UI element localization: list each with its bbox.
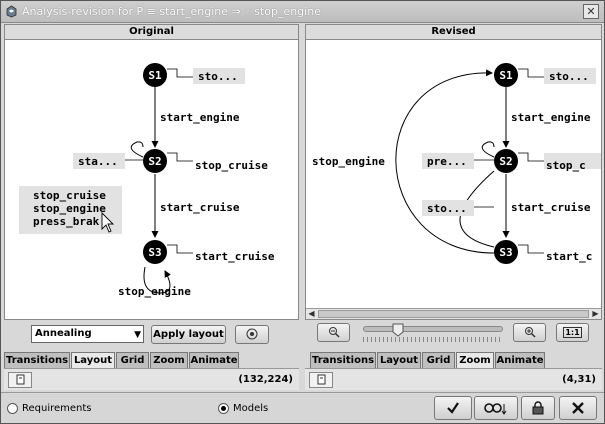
state-s3-label: S3 [499,246,512,259]
horizontal-scrollbar[interactable]: ◀ ▶ [306,308,601,319]
edge-label-start-engine: start_engine [160,111,240,124]
s2-annotation-left: pre... [427,155,467,168]
edge-label-start-engine: start_engine [511,111,591,124]
apply-layout-button[interactable]: Apply layout [151,325,226,344]
layout-algorithm-value: Annealing [35,328,92,339]
tab-grid[interactable]: Grid [116,352,149,368]
zoom-out-button[interactable] [317,323,350,342]
state-s2[interactable]: S2 [494,149,518,173]
original-header: Original [5,25,298,40]
lock-icon [532,401,544,415]
zoom-slider[interactable] [363,323,503,337]
s3-annotation-left: sto... [427,202,467,215]
tooltip-line: press_brak [33,215,100,228]
radio-models-label: Models [233,403,269,414]
layout-controls: Annealing ▼ Apply layout [4,321,299,349]
cursor-coordinates: (4,31) [562,374,596,385]
state-s3-label: S3 [148,246,161,259]
tab-transitions[interactable]: Transitions [4,352,70,368]
target-icon [246,328,258,340]
inspect-button[interactable] [474,396,518,420]
s1-annotation: sto... [549,70,589,83]
s2-annotation-left: sta... [78,155,118,168]
cancel-button[interactable] [559,396,597,420]
tab-animate[interactable]: Animate [189,352,239,368]
edge-label-stop-engine: stop_engine [312,155,385,168]
tab-transitions[interactable]: Transitions [310,352,376,368]
page-icon [16,374,25,385]
analysis-window: Analysis-revision for P ≡ start_engine ⇒… [0,0,605,424]
app-icon [6,5,17,18]
radio-models[interactable]: Models [218,403,268,414]
bottom-bar: Requirements Models [1,392,604,423]
title-bar[interactable]: Analysis-revision for P ≡ start_engine ⇒… [1,1,604,23]
zoom-reset-button[interactable]: 1:1 [556,323,589,342]
scroll-right-icon[interactable]: ▶ [590,309,601,319]
window-title: Analysis-revision for P ≡ start_engine ⇒… [22,5,321,18]
slider-thumb[interactable] [392,323,404,337]
search-icon [484,403,507,415]
chevron-down-icon: ▼ [134,330,141,340]
scroll-thumb[interactable] [318,310,589,318]
s2-annotation-right: stop_c [546,159,586,172]
s2-annotation-right: stop_cruise [195,159,268,172]
edge-label-stop-engine: stop_engine [118,285,191,298]
cursor-coordinates: (132,224) [238,374,293,385]
tooltip-line: stop_engine [33,202,106,215]
window-close-button[interactable]: ✕ [583,4,599,19]
edge-label-start-cruise: start_cruise [160,201,240,214]
snapshot-button[interactable] [8,372,32,388]
revised-header: Revised [306,25,601,40]
page-icon [317,374,326,385]
zoom-in-icon [524,327,536,338]
state-s2-label: S2 [499,155,512,168]
snapshot-button[interactable] [309,372,333,388]
tab-layout[interactable]: Layout [71,352,115,369]
tab-grid[interactable]: Grid [422,352,455,368]
zoom-in-button[interactable] [513,323,546,342]
state-s1-label: S1 [499,69,513,82]
state-s3[interactable]: S3 [494,240,518,264]
s3-annotation-right: start_cruise [195,250,275,263]
state-s2-label: S2 [148,155,161,168]
slider-ticks [363,337,503,342]
state-s2[interactable]: S2 [143,149,167,173]
original-status: (132,224) [4,368,299,390]
tab-zoom[interactable]: Zoom [150,352,188,368]
tab-zoom[interactable]: Zoom [456,352,494,369]
layout-algorithm-select[interactable]: Annealing ▼ [31,325,144,343]
revised-status: (4,31) [305,368,602,390]
s3-annotation-right: start_c [546,250,592,263]
state-s1-label: S1 [148,69,162,82]
state-s1[interactable]: S1 [143,63,167,87]
zoom-controls: 1:1 [305,321,602,349]
tab-animate[interactable]: Animate [495,352,545,368]
revised-diagram[interactable]: S1 S2 S3 sto... pre... stop_c sto... sta… [306,41,601,309]
radio-requirements[interactable]: Requirements [7,403,92,414]
lock-button[interactable] [521,396,555,420]
s1-annotation: sto... [198,70,238,83]
radio-dot [7,403,18,414]
radio-requirements-label: Requirements [22,403,92,414]
radio-dot [218,403,229,414]
zoom-out-icon [328,327,340,338]
layout-options-button[interactable] [235,325,269,344]
scroll-left-icon[interactable]: ◀ [306,309,317,319]
one-to-one-icon: 1:1 [563,327,582,338]
check-icon [447,402,459,414]
original-diagram[interactable]: S1 S2 S3 sto... sta... stop_cruise start… [5,41,298,309]
original-pane: Original S1 S2 S3 sto... sta... stop_cru… [4,24,299,320]
edge-label-start-cruise: start_cruise [511,201,591,214]
state-s1[interactable]: S1 [494,63,518,87]
close-icon [572,402,584,414]
revised-pane: Revised S1 S2 S3 sto... pre... stop_c st… [305,24,602,320]
accept-button[interactable] [434,396,472,420]
state-s3[interactable]: S3 [143,240,167,264]
tooltip-line: stop_cruise [33,189,106,202]
tab-layout[interactable]: Layout [377,352,421,368]
